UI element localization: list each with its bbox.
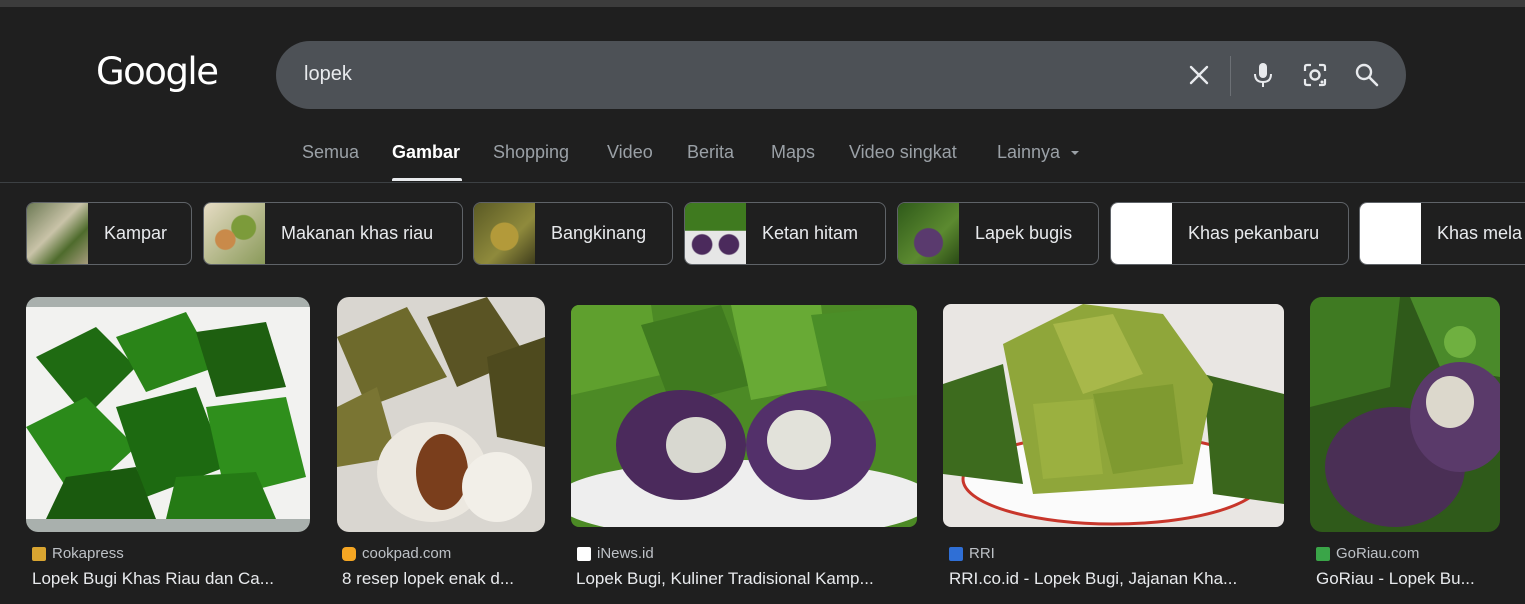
source-label: RRI (969, 545, 995, 562)
result-title[interactable]: RRI.co.id - Lopek Bugi, Jajanan Kha... (949, 569, 1275, 589)
result-source-goriau[interactable]: GoRiau.com (1316, 545, 1419, 562)
chip-label: Bangkinang (551, 223, 647, 243)
chip-thumbnail (1111, 203, 1172, 264)
result-image-rri[interactable] (943, 304, 1284, 527)
search-divider (1230, 56, 1231, 96)
result-title[interactable]: GoRiau - Lopek Bu... (1316, 569, 1500, 589)
search-icon[interactable] (1353, 61, 1381, 89)
chip-thumbnail (474, 203, 535, 264)
result-source-rokapress[interactable]: Rokapress (32, 545, 124, 562)
tab-maps[interactable]: Maps (771, 142, 815, 163)
food-photo (943, 304, 1284, 527)
chip-lapek-bugis[interactable]: Lapek bugis (897, 202, 1099, 265)
tab-video-singkat[interactable]: Video singkat (849, 142, 957, 163)
search-bar[interactable]: lopek (276, 41, 1406, 109)
tab-shopping[interactable]: Shopping (493, 142, 569, 163)
tab-video[interactable]: Video (607, 142, 653, 163)
result-title[interactable]: Lopek Bugi, Kuliner Tradisional Kamp... (576, 569, 914, 589)
result-image-inews[interactable] (571, 305, 917, 527)
chip-khas-mela[interactable]: Khas mela (1359, 202, 1525, 265)
window-top-edge (0, 0, 1525, 7)
chip-label: Lapek bugis (975, 223, 1073, 243)
source-label: Rokapress (52, 545, 124, 562)
header-divider (0, 182, 1525, 183)
result-title[interactable]: Lopek Bugi Khas Riau dan Ca... (32, 569, 307, 589)
goriau-favicon-icon (1316, 546, 1330, 561)
tab-lainnya-label: Lainnya (997, 142, 1061, 162)
result-title[interactable]: 8 resep lopek enak d... (342, 569, 542, 589)
rri-favicon-icon (949, 546, 963, 561)
chip-label: Khas mela (1437, 223, 1523, 243)
chip-thumbnail (898, 203, 959, 264)
source-label: GoRiau.com (1336, 545, 1420, 562)
chip-label: Ketan hitam (762, 223, 859, 243)
chip-thumbnail (1360, 203, 1421, 264)
food-photo (1310, 297, 1500, 532)
result-image-rokapress[interactable] (26, 297, 310, 532)
chip-khas-pekanbaru[interactable]: Khas pekanbaru (1110, 202, 1349, 265)
result-source-inews[interactable]: iNews.id (577, 545, 654, 562)
tab-gambar[interactable]: Gambar (392, 142, 460, 163)
chip-thumbnail (27, 203, 88, 264)
caret-down-icon (1071, 151, 1080, 156)
result-source-rri[interactable]: RRI (949, 545, 995, 562)
tab-semua[interactable]: Semua (302, 142, 359, 163)
search-input[interactable]: lopek (304, 63, 352, 86)
chip-bangkinang[interactable]: Bangkinang (473, 202, 673, 265)
chip-thumbnail (685, 203, 746, 264)
source-label: iNews.id (597, 545, 654, 562)
chip-label: Khas pekanbaru (1188, 223, 1320, 243)
camera-lens-icon[interactable] (1301, 61, 1329, 89)
chip-kampar[interactable]: Kampar (26, 202, 192, 265)
chip-label: Makanan khas riau (281, 223, 434, 243)
inews-favicon-icon (577, 546, 591, 561)
result-image-goriau[interactable] (1310, 297, 1500, 532)
tab-lainnya[interactable]: Lainnya (997, 142, 1081, 163)
cookpad-favicon-icon (342, 546, 356, 561)
result-image-cookpad[interactable] (337, 297, 545, 532)
rokapress-favicon-icon (32, 546, 46, 561)
food-photo (26, 297, 310, 532)
food-photo (337, 297, 545, 532)
google-logo[interactable]: Google (96, 50, 219, 93)
close-icon[interactable] (1185, 61, 1213, 89)
chip-ketan-hitam[interactable]: Ketan hitam (684, 202, 886, 265)
chip-thumbnail (204, 203, 265, 264)
chip-label: Kampar (104, 223, 168, 243)
result-source-cookpad[interactable]: cookpad.com (342, 545, 451, 562)
active-tab-indicator (392, 178, 462, 181)
chip-makanan-khas-riau[interactable]: Makanan khas riau (203, 202, 463, 265)
tab-berita[interactable]: Berita (687, 142, 734, 163)
source-label: cookpad.com (362, 545, 452, 562)
microphone-icon[interactable] (1249, 61, 1277, 89)
food-photo (571, 305, 917, 527)
